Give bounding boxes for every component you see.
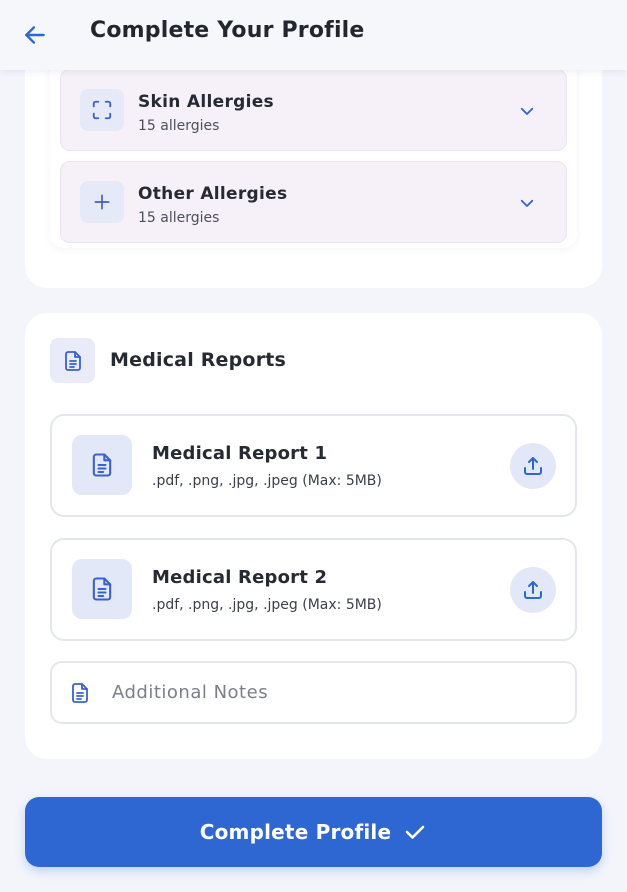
allergy-item-skin[interactable]: Skin Allergies 15 allergies bbox=[60, 69, 567, 151]
section-icon-box bbox=[50, 338, 95, 383]
document-icon bbox=[92, 453, 112, 477]
additional-notes-input[interactable] bbox=[112, 663, 552, 722]
report-file-hint: .pdf, .png, .jpg, .jpeg (Max: 5MB) bbox=[152, 597, 382, 613]
plus-icon bbox=[94, 194, 110, 210]
back-button[interactable] bbox=[20, 20, 50, 50]
check-icon bbox=[405, 825, 425, 839]
document-icon bbox=[72, 683, 88, 703]
document-icon bbox=[92, 577, 112, 601]
chevron-down-icon[interactable] bbox=[518, 102, 536, 120]
allergy-name: Skin Allergies bbox=[138, 92, 274, 112]
arrow-left-icon bbox=[25, 26, 45, 44]
chevron-down-icon[interactable] bbox=[518, 194, 536, 212]
complete-profile-label: Complete Profile bbox=[199, 820, 392, 844]
report-name: Medical Report 1 bbox=[152, 443, 328, 464]
allergy-name: Other Allergies bbox=[138, 184, 288, 204]
report-item-1: Medical Report 1 .pdf, .png, .jpg, .jpeg… bbox=[50, 414, 577, 517]
upload-icon bbox=[524, 581, 542, 599]
allergy-icon-box bbox=[80, 89, 124, 131]
report-name: Medical Report 2 bbox=[152, 567, 328, 588]
medical-reports-card: Medical Reports Medical Report 1 .pdf, .… bbox=[25, 313, 602, 759]
scan-icon bbox=[92, 100, 112, 120]
page-title: Complete Your Profile bbox=[90, 18, 365, 43]
upload-button[interactable] bbox=[510, 567, 556, 613]
complete-profile-button[interactable]: Complete Profile bbox=[25, 797, 602, 867]
additional-notes-field[interactable] bbox=[50, 661, 577, 724]
section-title: Medical Reports bbox=[110, 349, 287, 371]
allergy-item-other[interactable]: Other Allergies 15 allergies bbox=[60, 161, 567, 243]
app-header: Complete Your Profile bbox=[0, 0, 627, 70]
upload-button[interactable] bbox=[510, 443, 556, 489]
allergy-count: 15 allergies bbox=[138, 118, 220, 134]
report-item-2: Medical Report 2 .pdf, .png, .jpg, .jpeg… bbox=[50, 538, 577, 641]
report-icon-box bbox=[72, 435, 132, 495]
document-icon bbox=[64, 350, 81, 371]
allergy-icon-box bbox=[80, 181, 124, 223]
allergy-count: 15 allergies bbox=[138, 210, 220, 226]
upload-icon bbox=[524, 457, 542, 475]
report-icon-box bbox=[72, 559, 132, 619]
report-file-hint: .pdf, .png, .jpg, .jpeg (Max: 5MB) bbox=[152, 473, 382, 489]
